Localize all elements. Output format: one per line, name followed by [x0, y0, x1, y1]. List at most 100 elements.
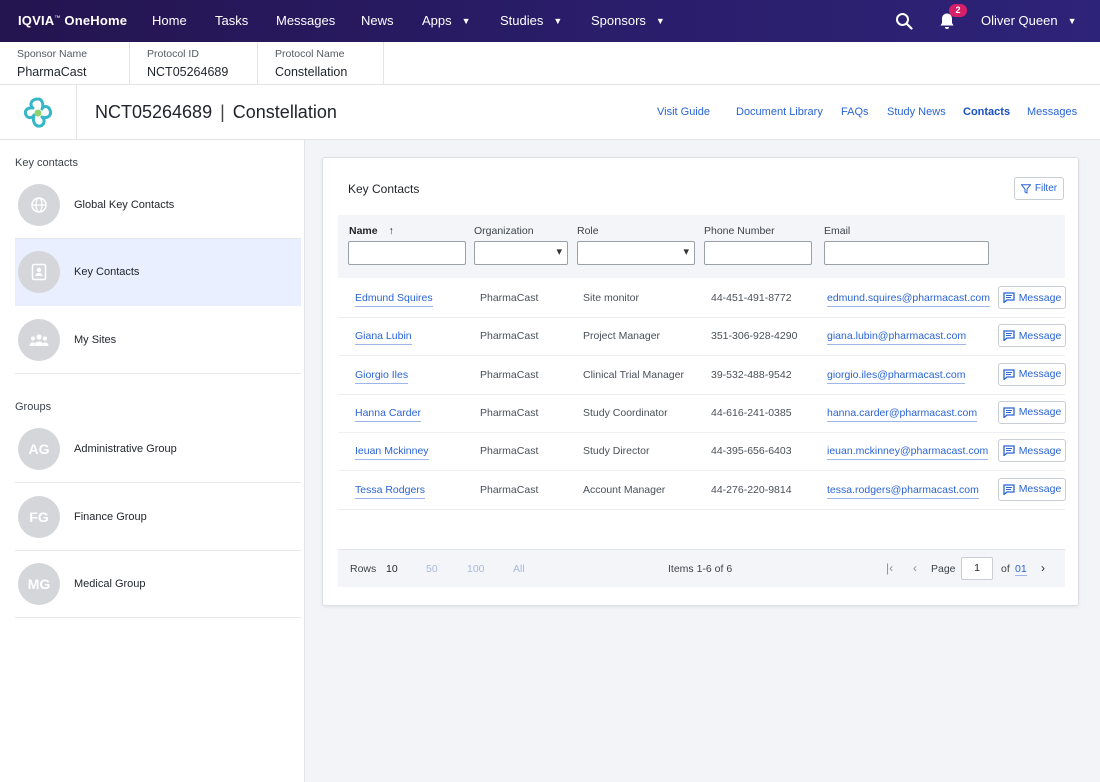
message-button[interactable]: Message — [998, 439, 1066, 463]
message-button[interactable]: Message — [998, 477, 1066, 501]
contact-email-link[interactable]: giorgio.iles@pharmacast.com — [827, 369, 966, 384]
tab-faqs[interactable]: FAQs — [841, 106, 869, 118]
contact-phone: 44-276-220-9814 — [711, 483, 792, 496]
nav-sponsors[interactable]: Sponsors ▼ — [591, 13, 665, 28]
contact-name-link[interactable]: Ieuan Mckinney — [355, 445, 429, 461]
contact-name-link[interactable]: Tessa Rodgers — [355, 484, 426, 499]
protocol-info-bar: Sponsor Name PharmaCast Protocol ID NCT0… — [0, 42, 1100, 85]
sidebar-group-finance[interactable]: FG Finance Group — [15, 484, 301, 551]
people-icon — [18, 319, 60, 361]
study-id: NCT05264689 — [95, 102, 213, 122]
column-header-name[interactable]: Name ↑ — [349, 225, 394, 237]
group-avatar: FG — [18, 496, 60, 538]
contact-organization: PharmaCast — [480, 445, 539, 458]
contact-phone: 44-451-491-8772 — [711, 292, 792, 304]
contact-organization: PharmaCast — [480, 330, 539, 343]
message-button[interactable]: Message — [998, 400, 1066, 424]
contact-organization: PharmaCast — [480, 406, 539, 419]
title-separator: | — [220, 102, 225, 122]
rows-option-10[interactable]: 10 — [386, 563, 398, 575]
sidebar-item-global-key-contacts[interactable]: Global Key Contacts — [15, 172, 301, 239]
contacts-sidebar: Key contacts Global Key Contacts Key Con… — [0, 140, 305, 782]
nav-messages[interactable]: Messages — [276, 13, 335, 28]
rows-option-100[interactable]: 100 — [467, 563, 485, 575]
email-filter-input[interactable] — [824, 241, 989, 265]
first-page-icon[interactable]: |‹ — [886, 561, 893, 575]
key-contacts-card: Key Contacts Filter Name ↑ Organization … — [322, 157, 1079, 606]
chevron-down-icon: ▼ — [1067, 15, 1077, 26]
protocol-name-cell: Protocol Name Constellation — [258, 42, 384, 85]
rows-option-50[interactable]: 50 — [426, 563, 438, 575]
contact-name-link[interactable]: Edmund Squires — [355, 292, 433, 307]
sidebar-group-medical[interactable]: MG Medical Group — [15, 551, 301, 618]
name-filter-input[interactable] — [348, 241, 466, 265]
user-menu[interactable]: Oliver Queen ▼ — [981, 13, 1077, 28]
column-header-phone: Phone Number — [704, 225, 775, 237]
nav-studies[interactable]: Studies ▼ — [500, 13, 562, 28]
contact-email-link[interactable]: ieuan.mckinney@pharmacast.com — [827, 445, 989, 461]
next-page-icon[interactable]: › — [1041, 561, 1045, 575]
study-logo-icon — [23, 97, 52, 128]
tab-visit-guide[interactable]: Visit Guide — [657, 106, 710, 118]
brand-logo[interactable]: IQVIA™ OneHome — [18, 13, 127, 28]
contact-email-link[interactable]: edmund.squires@pharmacast.com — [827, 292, 990, 307]
contact-phone: 44-395-656-6403 — [711, 445, 792, 458]
notification-badge: 2 — [949, 4, 967, 17]
sidebar-group-label: Medical Group — [74, 578, 146, 590]
table-row: Edmund Squires PharmaCast Site monitor 44-4… — [338, 280, 1066, 318]
contact-role: Site monitor — [583, 292, 640, 304]
contact-role: Study Director — [583, 445, 650, 458]
filter-button-label: Filter — [1034, 183, 1058, 194]
organization-filter-select[interactable] — [474, 241, 568, 265]
tab-messages[interactable]: Messages — [1027, 106, 1077, 118]
contact-card-icon — [18, 251, 60, 293]
contact-role: Study Coordinator — [583, 406, 668, 419]
role-filter-select[interactable] — [577, 241, 695, 265]
message-button[interactable]: Message — [998, 324, 1066, 348]
prev-page-icon[interactable]: ‹ — [913, 561, 917, 575]
nav-apps[interactable]: Apps ▼ — [422, 13, 471, 28]
sidebar-item-my-sites[interactable]: My Sites — [15, 307, 301, 374]
message-button[interactable]: Message — [998, 286, 1066, 309]
rows-label: Rows — [350, 563, 377, 575]
tab-study-news[interactable]: Study News — [887, 106, 946, 118]
brand-name: IQVIA — [18, 13, 55, 28]
nav-tasks[interactable]: Tasks — [215, 13, 248, 28]
sidebar-item-key-contacts[interactable]: Key Contacts — [15, 239, 301, 306]
key-contacts-section-label: Key contacts — [15, 157, 78, 169]
group-avatar: MG — [18, 563, 60, 605]
filter-button[interactable]: Filter — [1014, 177, 1064, 200]
globe-icon — [18, 184, 60, 226]
contact-email-link[interactable]: hanna.carder@pharmacast.com — [827, 407, 978, 422]
search-icon[interactable] — [895, 12, 913, 30]
sort-ascending-icon[interactable]: ↑ — [389, 225, 394, 237]
message-icon — [1003, 292, 1015, 303]
contact-name-link[interactable]: Hanna Carder — [355, 407, 421, 422]
pagination-bar: Rows 10 50 100 All Items 1-6 of 6 |‹ ‹ P… — [338, 549, 1065, 587]
message-button[interactable]: Message — [998, 362, 1066, 386]
phone-filter-input[interactable] — [704, 241, 812, 265]
brand-product: OneHome — [64, 13, 128, 28]
contact-organization: PharmaCast — [480, 483, 539, 496]
of-label: of — [1001, 563, 1010, 575]
nav-news[interactable]: News — [361, 13, 394, 28]
sidebar-item-label: Key Contacts — [74, 266, 140, 278]
table-row: Giorgio Iles PharmaCast Clinical Trial Man… — [338, 357, 1066, 395]
sidebar-group-administrative[interactable]: AG Administrative Group — [15, 416, 301, 483]
rows-option-all[interactable]: All — [513, 563, 525, 575]
contact-name-link[interactable]: Giorgio Iles — [355, 369, 409, 384]
page-label: Page — [931, 563, 956, 575]
items-count: Items 1-6 of 6 — [668, 563, 733, 575]
message-icon — [1003, 368, 1015, 380]
page-number-input[interactable]: 1 — [961, 557, 993, 580]
group-avatar: AG — [18, 428, 60, 470]
tab-contacts[interactable]: Contacts — [963, 106, 1010, 118]
protocol-id-label: Protocol ID — [147, 48, 199, 60]
contact-email-link[interactable]: tessa.rodgers@pharmacast.com — [827, 484, 979, 499]
message-button-label: Message — [1018, 368, 1062, 381]
contact-name-link[interactable]: Giana Lubin — [355, 330, 412, 346]
contact-email-link[interactable]: giana.lubin@pharmacast.com — [827, 330, 967, 346]
tab-document-library[interactable]: Document Library — [736, 106, 823, 118]
nav-home[interactable]: Home — [152, 13, 187, 28]
chevron-down-icon: ▼ — [655, 15, 665, 26]
